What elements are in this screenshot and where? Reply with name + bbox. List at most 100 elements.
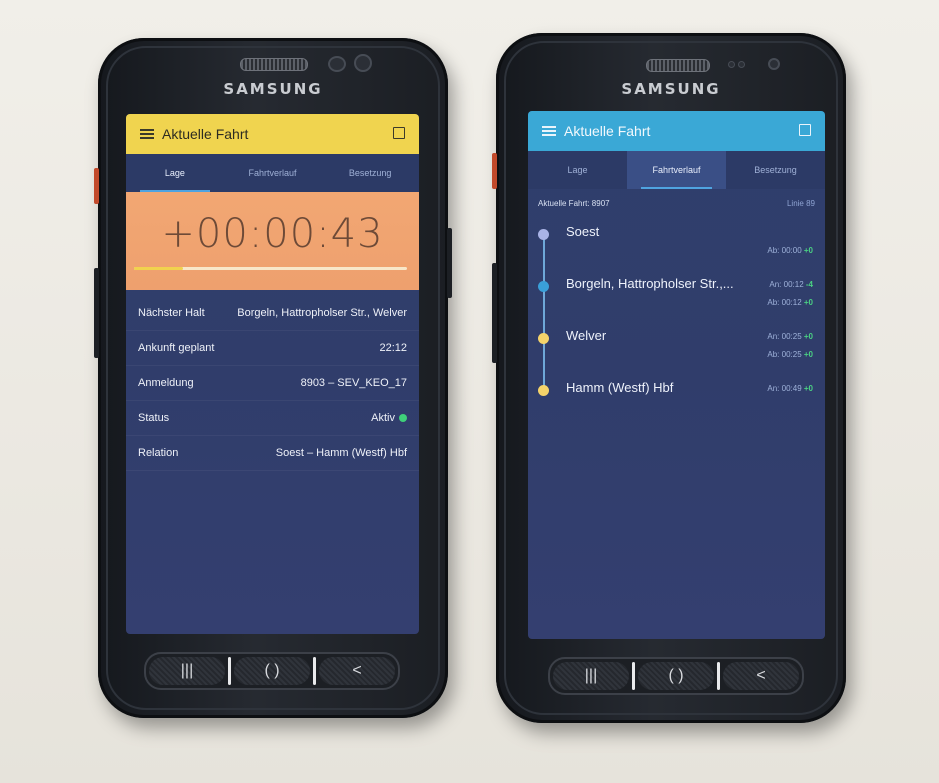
- time-text: An: 00:49: [767, 384, 802, 393]
- back-button[interactable]: <: [723, 662, 799, 690]
- nav-divider: [313, 657, 316, 685]
- list-item[interactable]: Hamm (Westf) Hbf An: 00:49 +0: [528, 380, 825, 432]
- home-button[interactable]: ( ): [638, 662, 714, 690]
- time-text: Ab: 00:25: [767, 350, 802, 359]
- stop-name: Soest: [566, 224, 600, 239]
- stop-time-arrival: An: 00:12 -4: [769, 280, 813, 289]
- back-button[interactable]: <: [319, 657, 395, 685]
- app-bar-title: Aktuelle Fahrt: [564, 123, 651, 139]
- info-value: Borgeln, Hattropholser Str., Welver: [237, 307, 407, 319]
- delay-value: +0: [803, 384, 813, 393]
- list-item[interactable]: Borgeln, Hattropholser Str.,... An: 00:1…: [528, 276, 825, 328]
- info-label: Anmeldung: [138, 377, 194, 389]
- stop-time-arrival: An: 00:49 +0: [767, 384, 813, 393]
- tab-fahrtverlauf[interactable]: Fahrtverlauf: [224, 154, 322, 192]
- status-text: Aktiv: [371, 412, 395, 424]
- app-bar: Aktuelle Fahrt: [528, 111, 825, 151]
- info-row-next-stop: Nächster Halt Borgeln, Hattropholser Str…: [126, 296, 419, 331]
- time-text: An: 00:25: [767, 332, 802, 341]
- stop-list: Soest Ab: 00:00 +0 Borgeln, Hattropholse…: [528, 224, 825, 432]
- nav-divider: [632, 662, 635, 690]
- delay-value: -4: [805, 280, 813, 289]
- info-value: Soest – Hamm (Westf) Hbf: [275, 447, 407, 459]
- logout-icon[interactable]: [799, 124, 811, 136]
- tab-lage[interactable]: Lage: [528, 151, 627, 189]
- sensor-icon: [328, 56, 346, 72]
- trip-line: Linie 89: [786, 199, 815, 208]
- time-text: Ab: 00:12: [767, 298, 802, 307]
- hamburger-menu-icon[interactable]: [140, 129, 154, 139]
- stop-dot-icon: [538, 281, 549, 292]
- side-key-volume: [492, 263, 497, 363]
- trip-header: Aktuelle Fahrt: 8907 Linie 89: [528, 189, 825, 208]
- stop-time-arrival: An: 00:25 +0: [767, 332, 813, 341]
- logout-icon[interactable]: [393, 127, 405, 139]
- stop-dot-icon: [538, 385, 549, 396]
- home-button[interactable]: ( ): [234, 657, 310, 685]
- stop-time-departure: Ab: 00:12 +0: [767, 298, 813, 307]
- info-row-arrival: Ankunft geplant 22:12: [126, 331, 419, 366]
- info-label: Relation: [138, 447, 179, 459]
- tab-besetzung[interactable]: Besetzung: [321, 154, 419, 192]
- side-key-volume: [94, 268, 99, 358]
- front-camera-icon: [768, 58, 780, 70]
- front-camera-icon: [354, 54, 372, 72]
- delay-value: +0: [803, 350, 813, 359]
- tab-fahrtverlauf[interactable]: Fahrtverlauf: [627, 151, 726, 189]
- earpiece-speaker: [646, 59, 710, 72]
- earpiece-speaker: [240, 58, 308, 71]
- stop-dot-icon: [538, 333, 549, 344]
- nav-divider: [228, 657, 231, 685]
- info-label: Status: [138, 412, 170, 424]
- stop-name: Hamm (Westf) Hbf: [566, 380, 674, 395]
- info-row-login: Anmeldung 8903 – SEV_KEO_17: [126, 366, 419, 401]
- recents-button[interactable]: |||: [553, 662, 629, 690]
- info-label: Ankunft geplant: [138, 342, 215, 354]
- nav-divider: [717, 662, 720, 690]
- timer-progress-fill: [134, 267, 184, 270]
- info-value: 22:12: [379, 342, 407, 354]
- status-value: Aktiv: [371, 412, 407, 424]
- time-text: Ab: 00:00: [767, 246, 802, 255]
- tab-bar: Lage Fahrtverlauf Besetzung: [126, 154, 419, 192]
- stop-name: Borgeln, Hattropholser Str.,...: [566, 276, 734, 291]
- stop-time-departure: Ab: 00:00 +0: [767, 246, 813, 255]
- delay-value: +0: [803, 298, 813, 307]
- side-key-power: [447, 228, 452, 298]
- hardware-nav-bar: ||| ( ) <: [548, 657, 804, 695]
- sensor-icon: [738, 61, 745, 68]
- left-screen: Aktuelle Fahrt Lage Fahrtverlauf Besetzu…: [126, 114, 419, 634]
- recents-button[interactable]: |||: [149, 657, 225, 685]
- tab-lage[interactable]: Lage: [126, 154, 224, 192]
- info-row-relation: Relation Soest – Hamm (Westf) Hbf: [126, 436, 419, 471]
- list-item[interactable]: Soest Ab: 00:00 +0: [528, 224, 825, 276]
- hardware-nav-bar: ||| ( ) <: [144, 652, 400, 690]
- app-bar: Aktuelle Fahrt: [126, 114, 419, 154]
- stop-name: Welver: [566, 328, 607, 343]
- delay-timer: +00:00:43: [161, 211, 384, 257]
- sensor-icon: [728, 61, 735, 68]
- left-phone: SAMSUNG Aktuelle Fahrt Lage Fahrtverlauf…: [94, 38, 452, 718]
- timer-progress-track: [134, 267, 407, 270]
- right-screen: Aktuelle Fahrt Lage Fahrtverlauf Besetzu…: [528, 111, 825, 639]
- list-item[interactable]: Welver An: 00:25 +0 Ab: 00:25 +0: [528, 328, 825, 380]
- stop-time-departure: Ab: 00:25 +0: [767, 350, 813, 359]
- delay-value: +0: [803, 246, 813, 255]
- right-phone: SAMSUNG Aktuelle Fahrt Lage Fahrtverlauf…: [492, 33, 846, 723]
- trip-label: Aktuelle Fahrt: 8907: [538, 199, 610, 208]
- hamburger-menu-icon[interactable]: [542, 126, 556, 136]
- delay-value: +0: [803, 332, 813, 341]
- tab-besetzung[interactable]: Besetzung: [726, 151, 825, 189]
- brand-logo: SAMSUNG: [223, 80, 323, 98]
- stop-dot-icon: [538, 229, 549, 240]
- info-value: 8903 – SEV_KEO_17: [300, 377, 407, 389]
- side-key-red: [492, 153, 497, 189]
- status-dot-icon: [399, 414, 407, 422]
- info-row-status: Status Aktiv: [126, 401, 419, 436]
- brand-logo: SAMSUNG: [621, 80, 721, 98]
- time-text: An: 00:12: [769, 280, 804, 289]
- tab-bar: Lage Fahrtverlauf Besetzung: [528, 151, 825, 189]
- delay-timer-panel: +00:00:43: [126, 192, 419, 290]
- info-label: Nächster Halt: [138, 307, 205, 319]
- app-bar-title: Aktuelle Fahrt: [162, 126, 249, 142]
